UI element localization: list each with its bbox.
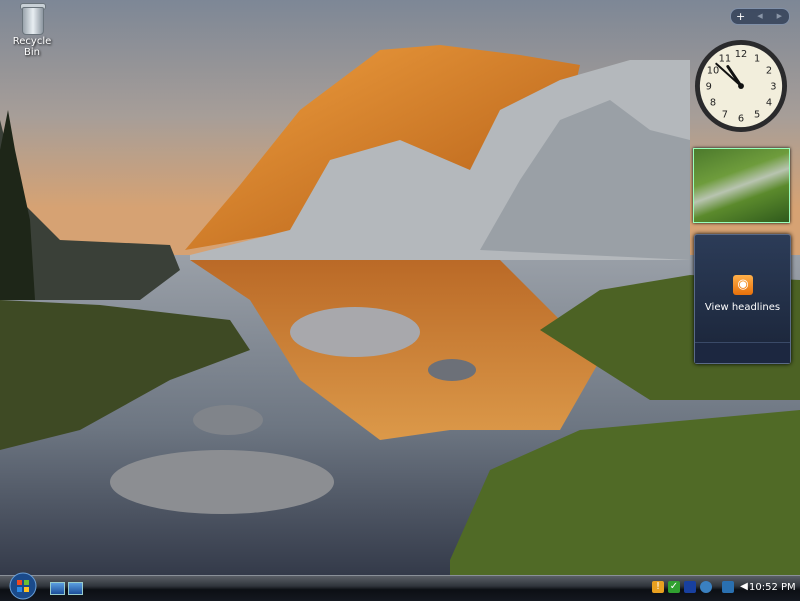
windows-defender-icon[interactable]: ✓ <box>668 581 680 593</box>
windows-update-icon[interactable] <box>700 581 712 593</box>
taskbar-clock[interactable]: 10:52 PM <box>749 582 796 593</box>
view-headlines-link[interactable]: View headlines <box>695 302 790 313</box>
clock-gadget[interactable]: 12 12 3 45678 9 1011 <box>694 38 788 134</box>
system-tray: ! ✓ ◀ <box>652 578 750 596</box>
slideshow-gadget[interactable] <box>693 148 790 223</box>
clock-numeral: 8 <box>710 98 716 109</box>
recycle-bin-icon <box>19 2 46 35</box>
clock-numeral: 7 <box>722 109 728 120</box>
security-shield-icon[interactable]: ! <box>652 581 664 593</box>
clock-numeral: 9 <box>706 81 712 92</box>
clock-numeral: 5 <box>754 109 760 120</box>
clock-numeral: 6 <box>738 114 744 125</box>
clock-numeral: 3 <box>770 81 776 92</box>
recycle-bin-label: Recycle Bin <box>12 36 52 58</box>
switch-windows-icon[interactable] <box>68 582 83 595</box>
network-icon[interactable] <box>722 581 734 593</box>
next-page-button[interactable]: ▶ <box>770 9 789 24</box>
clock-numeral: 1 <box>754 53 760 64</box>
desktop-wallpaper <box>0 0 800 600</box>
clock-numeral: 4 <box>766 98 772 109</box>
windows-sidebar-icon[interactable] <box>684 581 696 593</box>
start-button[interactable] <box>7 572 40 600</box>
add-gadget-button[interactable]: + <box>731 9 750 24</box>
desktop-icon-recycle-bin[interactable]: Recycle Bin <box>4 2 60 58</box>
show-desktop-icon[interactable] <box>50 582 65 595</box>
clock-numeral: 10 <box>707 65 719 76</box>
windows-orb-icon <box>17 580 22 585</box>
clock-numeral: 12 <box>735 49 747 60</box>
sidebar-controls: + ◀ ▶ <box>730 8 790 25</box>
rss-icon: ◉ <box>733 275 753 295</box>
clock-numeral: 11 <box>719 53 731 64</box>
previous-page-button[interactable]: ◀ <box>750 9 769 24</box>
clock-numeral: 2 <box>766 65 772 76</box>
feed-headlines-gadget[interactable]: ◉ View headlines <box>694 234 791 364</box>
